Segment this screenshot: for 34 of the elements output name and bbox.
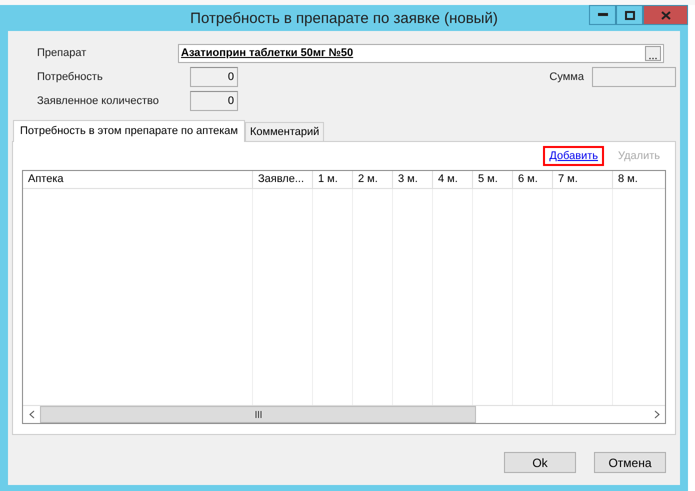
number-field[interactable]: 0 bbox=[190, 67, 238, 87]
field-label: Потребность bbox=[36, 71, 104, 83]
sum-field[interactable] bbox=[592, 67, 676, 87]
ellipsis-icon bbox=[649, 56, 657, 60]
dialog-button[interactable]: Отмена bbox=[594, 452, 666, 473]
grip-icon bbox=[254, 411, 262, 418]
close-icon bbox=[660, 10, 670, 20]
column-header[interactable]: 8 м. bbox=[613, 171, 665, 188]
field-label: Заявленное количество bbox=[36, 95, 160, 107]
column-header[interactable]: 2 м. bbox=[353, 171, 393, 188]
maximize-icon bbox=[624, 10, 634, 20]
horizontal-scrollbar[interactable] bbox=[23, 405, 665, 423]
drug-field[interactable]: Азатиоприн таблетки 50мг №50 bbox=[178, 44, 664, 62]
window-title: Потребность в препарате по заявке (новый) bbox=[190, 10, 498, 26]
field-label: Препарат bbox=[36, 47, 88, 59]
field-label: Сумма bbox=[549, 71, 584, 83]
minimize-button[interactable] bbox=[589, 5, 616, 25]
action-link[interactable]: Добавить bbox=[543, 146, 604, 166]
number-field[interactable]: 0 bbox=[190, 91, 238, 111]
column-header[interactable]: 5 м. bbox=[473, 171, 513, 188]
column-header[interactable]: Заявле... bbox=[253, 171, 313, 188]
close-button[interactable] bbox=[643, 5, 688, 25]
column-header[interactable]: 3 м. bbox=[393, 171, 433, 188]
column-header[interactable]: 7 м. bbox=[553, 171, 613, 188]
column-header[interactable]: 1 м. bbox=[313, 171, 353, 188]
browse-button[interactable] bbox=[645, 46, 661, 60]
maximize-button[interactable] bbox=[616, 5, 643, 25]
column-header[interactable]: 6 м. bbox=[513, 171, 553, 188]
tab[interactable]: Потребность в этом препарате по аптекам bbox=[13, 120, 245, 142]
column-header[interactable]: 4 м. bbox=[433, 171, 473, 188]
tab[interactable]: Комментарий bbox=[245, 122, 324, 141]
minimize-icon bbox=[598, 13, 608, 17]
dialog-button[interactable]: Ok bbox=[504, 452, 576, 473]
column-header[interactable]: Аптека bbox=[23, 171, 253, 188]
